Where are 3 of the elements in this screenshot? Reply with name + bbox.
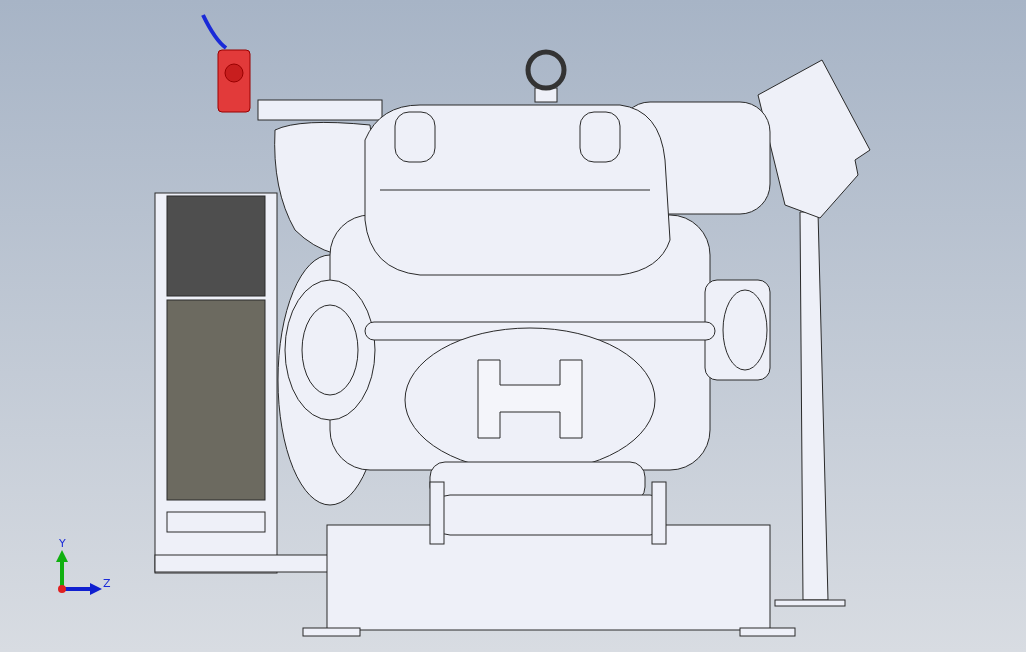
axis-label: Y — [59, 537, 66, 550]
origin-dot — [58, 585, 66, 593]
axis-label: Z — [103, 577, 111, 590]
